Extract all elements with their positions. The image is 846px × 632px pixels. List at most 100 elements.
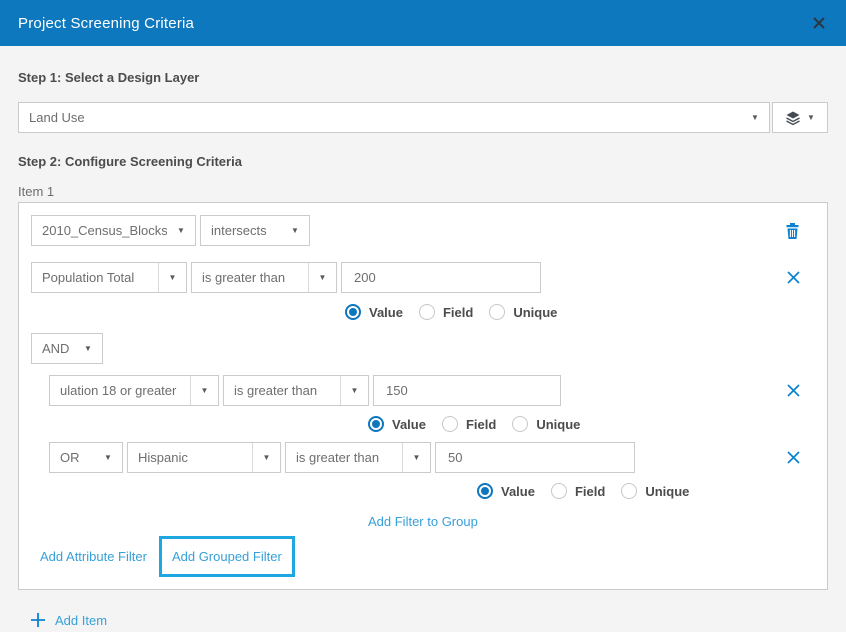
chevron-down-icon: ▼ [74,334,102,363]
radio-selected-icon [477,483,493,499]
filter2-radio-unique[interactable]: Unique [512,416,580,432]
logic-or-select[interactable]: OR ▼ [49,442,123,473]
filter2-operator-select[interactable]: is greater than ▼ [223,375,369,406]
layer-options-button[interactable]: ▼ [772,102,828,133]
spatial-operator-select[interactable]: intersects ▼ [200,215,310,246]
filter1-radio-field[interactable]: Field [419,304,473,320]
item-label: Item 1 [18,184,828,199]
filter2-radio-field[interactable]: Field [442,416,496,432]
delete-item-button[interactable] [784,222,801,240]
radio-icon [551,483,567,499]
radio-value-label: Value [392,417,426,432]
radio-icon [512,416,528,432]
plus-icon [30,612,46,628]
filter2-field-select[interactable]: ulation 18 or greater ▼ [49,375,219,406]
radio-icon [489,304,505,320]
radio-icon [621,483,637,499]
chevron-down-icon: ▼ [340,376,368,405]
close-icon [786,383,801,398]
filter1-mode-radios: Value Field Unique [345,302,815,322]
filter2-radio-value[interactable]: Value [368,416,426,432]
close-icon [811,15,827,31]
filter3-field-select[interactable]: Hispanic ▼ [127,442,281,473]
chevron-down-icon: ▼ [308,263,336,292]
chevron-down-icon: ▼ [402,443,430,472]
filter2-field-value: ulation 18 or greater [50,383,190,398]
chevron-down-icon: ▼ [94,443,122,472]
filter-row-3: OR ▼ Hispanic ▼ is greater than ▼ [31,442,815,473]
design-layer-value: Land Use [19,110,741,125]
filter1-operator-select[interactable]: is greater than ▼ [191,262,337,293]
trash-icon [784,222,801,240]
radio-icon [442,416,458,432]
radio-selected-icon [368,416,384,432]
filter1-operator-value: is greater than [192,270,308,285]
chevron-down-icon: ▼ [190,376,218,405]
layers-icon [785,110,801,126]
add-item-button[interactable]: Add Item [18,612,828,628]
filter1-value-input[interactable] [341,262,541,293]
filter3-operator-select[interactable]: is greater than ▼ [285,442,431,473]
logic-and-row: AND ▼ [31,333,815,364]
filter3-radio-unique[interactable]: Unique [621,483,689,499]
logic-or-value: OR [50,450,94,465]
filter3-radio-field[interactable]: Field [551,483,605,499]
chevron-down-icon: ▼ [807,113,815,122]
census-layer-value: 2010_Census_Blocks [32,223,167,238]
logic-and-value: AND [32,341,74,356]
item-panel: 2010_Census_Blocks ▼ intersects ▼ [18,202,828,590]
radio-value-label: Value [501,484,535,499]
layer-operator-row: 2010_Census_Blocks ▼ intersects ▼ [31,215,815,246]
add-filter-to-group-row: Add Filter to Group [368,513,815,530]
filter-links-row: Add Attribute Filter Add Grouped Filter [31,536,815,577]
add-filter-to-group-link[interactable]: Add Filter to Group [368,514,478,529]
radio-value-label: Value [369,305,403,320]
filter3-value-input[interactable] [435,442,635,473]
design-layer-select[interactable]: Land Use ▼ [18,102,770,133]
add-item-label: Add Item [55,613,107,628]
logic-and-select[interactable]: AND ▼ [31,333,103,364]
chevron-down-icon: ▼ [158,263,186,292]
filter2-value-input[interactable] [373,375,561,406]
spatial-operator-value: intersects [201,223,281,238]
step1-label: Step 1: Select a Design Layer [18,70,828,85]
remove-filter3-button[interactable] [786,450,801,465]
chevron-down-icon: ▼ [167,216,195,245]
close-icon [786,450,801,465]
filter1-radio-value[interactable]: Value [345,304,403,320]
remove-filter2-button[interactable] [786,383,801,398]
chevron-down-icon: ▼ [252,443,280,472]
filter3-field-value: Hispanic [128,450,252,465]
radio-icon [419,304,435,320]
radio-selected-icon [345,304,361,320]
add-grouped-filter-link[interactable]: Add Grouped Filter [172,549,282,564]
dialog-body: Step 1: Select a Design Layer Land Use ▼… [0,46,846,628]
filter1-radio-unique[interactable]: Unique [489,304,557,320]
radio-field-label: Field [575,484,605,499]
filter3-radio-value[interactable]: Value [477,483,535,499]
radio-unique-label: Unique [513,305,557,320]
remove-filter1-button[interactable] [786,270,801,285]
close-icon [786,270,801,285]
design-layer-row: Land Use ▼ ▼ [18,102,828,133]
chevron-down-icon: ▼ [281,216,309,245]
radio-field-label: Field [466,417,496,432]
dialog-title: Project Screening Criteria [18,15,194,32]
add-grouped-filter-highlight: Add Grouped Filter [159,536,295,577]
dialog-close-button[interactable] [808,12,830,34]
add-attribute-filter-link[interactable]: Add Attribute Filter [40,549,147,564]
filter3-operator-value: is greater than [286,450,402,465]
dialog-header: Project Screening Criteria [0,0,846,46]
filter1-field-value: Population Total [32,270,158,285]
radio-unique-label: Unique [645,484,689,499]
filter1-field-select[interactable]: Population Total ▼ [31,262,187,293]
chevron-down-icon: ▼ [741,103,769,132]
filter-row-2: ulation 18 or greater ▼ is greater than … [31,375,815,406]
filter2-mode-radios: Value Field Unique [368,414,815,434]
step2-label: Step 2: Configure Screening Criteria [18,154,828,169]
radio-field-label: Field [443,305,473,320]
radio-unique-label: Unique [536,417,580,432]
census-layer-select[interactable]: 2010_Census_Blocks ▼ [31,215,196,246]
filter-row-1: Population Total ▼ is greater than ▼ [31,262,815,293]
filter3-mode-radios: Value Field Unique [477,481,815,501]
